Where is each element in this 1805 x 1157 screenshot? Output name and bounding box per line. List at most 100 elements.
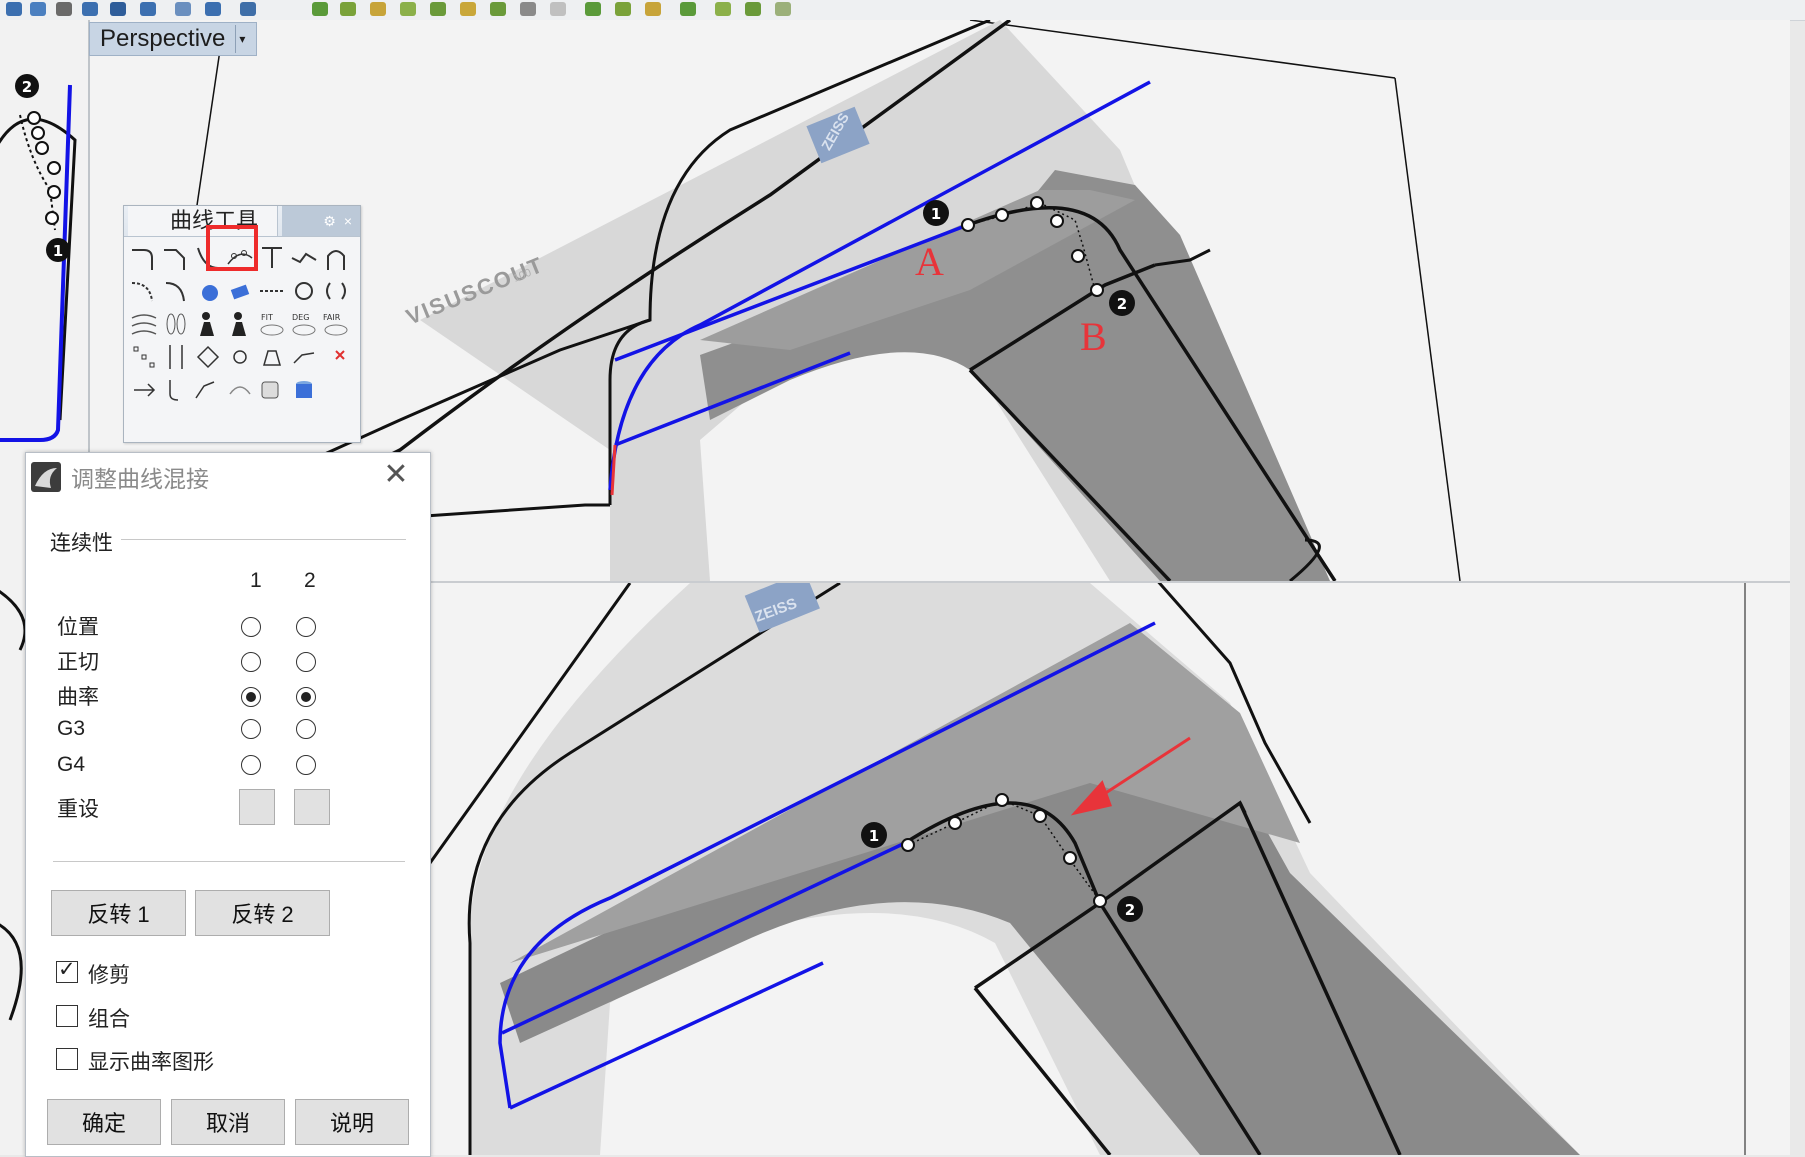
extend-curve-icon[interactable] — [258, 277, 286, 305]
rhino-app-icon — [31, 462, 61, 492]
cylinder-icon[interactable] — [290, 376, 318, 404]
toolbar-icon[interactable] — [680, 2, 696, 16]
toolbar-icon[interactable] — [520, 2, 536, 16]
ok-button[interactable]: 确定 — [47, 1099, 161, 1145]
show-curvature-checkbox[interactable] — [56, 1048, 78, 1070]
sphere-icon[interactable] — [194, 277, 222, 305]
curve-symmetry-icon[interactable] — [322, 277, 350, 305]
fit-icon[interactable]: FIT — [258, 310, 286, 338]
g4-label: G4 — [57, 753, 86, 776]
toolbar-icon[interactable] — [715, 2, 731, 16]
reverse-2-button[interactable]: 反转 2 — [195, 890, 330, 936]
curvature-radio-1[interactable] — [241, 687, 261, 707]
reset-button-1[interactable] — [239, 789, 275, 825]
reset-label: 重设 — [57, 798, 99, 821]
adjust-blend-dialog: 调整曲线混接 ✕ 连续性 1 2 位置 正切 曲率 G3 G4 重设 反转 1 … — [25, 452, 431, 1157]
close-icon[interactable]: ✕ — [380, 459, 412, 491]
g4-radio-2[interactable] — [296, 755, 316, 775]
reverse-1-button[interactable]: 反转 1 — [51, 890, 186, 936]
viewport-title-text: Perspective — [100, 25, 226, 52]
cancel-button[interactable]: 取消 — [171, 1099, 285, 1145]
tangency-radio-2[interactable] — [296, 652, 316, 672]
toolbar-icon[interactable] — [490, 2, 506, 16]
toolbar-icon[interactable] — [775, 2, 791, 16]
toolbar-icon[interactable] — [430, 2, 446, 16]
bend-icon[interactable] — [162, 376, 190, 404]
trim-checkbox[interactable] — [56, 957, 78, 983]
toolbar-icon[interactable] — [30, 2, 46, 16]
annotation-a: A — [915, 239, 944, 284]
join-checkbox[interactable] — [56, 1005, 78, 1027]
marker-two: 2 — [1117, 295, 1127, 313]
toolbar-icon[interactable] — [615, 2, 631, 16]
blend-curves-icon[interactable] — [258, 244, 286, 272]
extrude-icon[interactable] — [258, 343, 286, 371]
tangency-radio-1[interactable] — [241, 652, 261, 672]
position-radio-2[interactable] — [296, 617, 316, 637]
chevron-down-icon[interactable]: ▾ — [235, 25, 248, 53]
toolbar-icon[interactable] — [745, 2, 761, 16]
person-icon[interactable] — [194, 310, 222, 338]
viewport-title[interactable]: Perspective ▾ — [89, 22, 258, 56]
marker-two-bottom: 2 — [1125, 901, 1135, 919]
g4-radio-1[interactable] — [241, 755, 261, 775]
toolbar-icon[interactable] — [645, 2, 661, 16]
degree-icon[interactable]: DEG — [290, 310, 318, 338]
offset-normal-icon[interactable] — [162, 277, 190, 305]
toolbar-icon[interactable] — [140, 2, 156, 16]
toolbar-icon[interactable] — [110, 2, 126, 16]
toolbar-icon[interactable] — [340, 2, 356, 16]
polyline-blend-icon[interactable] — [290, 244, 318, 272]
delete-points-icon[interactable] — [322, 343, 350, 371]
sweep-icon[interactable] — [130, 310, 158, 338]
toolbar-icon[interactable] — [205, 2, 221, 16]
dialog-title-bar[interactable]: 调整曲线混接 ✕ — [26, 453, 430, 501]
toolbar-icon[interactable] — [240, 2, 256, 16]
toolbar-icon[interactable] — [460, 2, 476, 16]
toolbar-icon[interactable] — [370, 2, 386, 16]
project-curve-icon[interactable] — [226, 277, 254, 305]
arc-curve-icon[interactable] — [226, 376, 254, 404]
offset-curve-icon[interactable] — [130, 277, 158, 305]
trim-label: 修剪 — [88, 964, 130, 987]
toolbar-icon[interactable] — [6, 2, 22, 16]
fit-label: FIT — [261, 313, 273, 322]
move-point-icon[interactable] — [130, 376, 158, 404]
tangency-label: 正切 — [57, 651, 99, 674]
toolbar-icon[interactable] — [175, 2, 191, 16]
toolbar-icon[interactable] — [312, 2, 328, 16]
curve-through-icon[interactable] — [194, 376, 222, 404]
fair-label: FAIR — [323, 313, 341, 322]
g3-radio-2[interactable] — [296, 719, 316, 739]
diamond-icon[interactable] — [194, 343, 222, 371]
curve-settings-icon[interactable] — [290, 277, 318, 305]
left-marker-one: 1 — [53, 242, 63, 260]
marker-one-bottom: 1 — [869, 827, 879, 845]
help-button[interactable]: 说明 — [295, 1099, 409, 1145]
rebuild-icon[interactable] — [162, 343, 190, 371]
deg-label: DEG — [292, 313, 309, 322]
curvature-radio-2[interactable] — [296, 687, 316, 707]
reset-button-2[interactable] — [294, 789, 330, 825]
chamfer-curves-icon[interactable] — [162, 244, 190, 272]
person-settings-icon[interactable] — [226, 310, 254, 338]
loft-icon[interactable] — [162, 310, 190, 338]
fillet-curves-icon[interactable] — [130, 244, 158, 272]
arc-blend-icon[interactable] — [322, 244, 350, 272]
toolbar-icon[interactable] — [56, 2, 72, 16]
points-grid-icon[interactable] — [130, 343, 158, 371]
gear-icon[interactable]: ⚙ — [323, 213, 336, 230]
surface-icon[interactable] — [258, 376, 286, 404]
toolbar-icon[interactable] — [82, 2, 98, 16]
toolbar-icon[interactable] — [400, 2, 416, 16]
g3-radio-1[interactable] — [241, 719, 261, 739]
toolbar-icon[interactable] — [550, 2, 566, 16]
g3-label: G3 — [57, 717, 86, 740]
close-icon[interactable]: × — [344, 213, 352, 229]
annotation-b: B — [1080, 314, 1107, 359]
snap-point-icon[interactable] — [226, 343, 254, 371]
position-radio-1[interactable] — [241, 617, 261, 637]
edit-points-icon[interactable] — [290, 343, 318, 371]
toolbar-icon[interactable] — [585, 2, 601, 16]
fair-icon[interactable]: FAIR — [322, 310, 350, 338]
